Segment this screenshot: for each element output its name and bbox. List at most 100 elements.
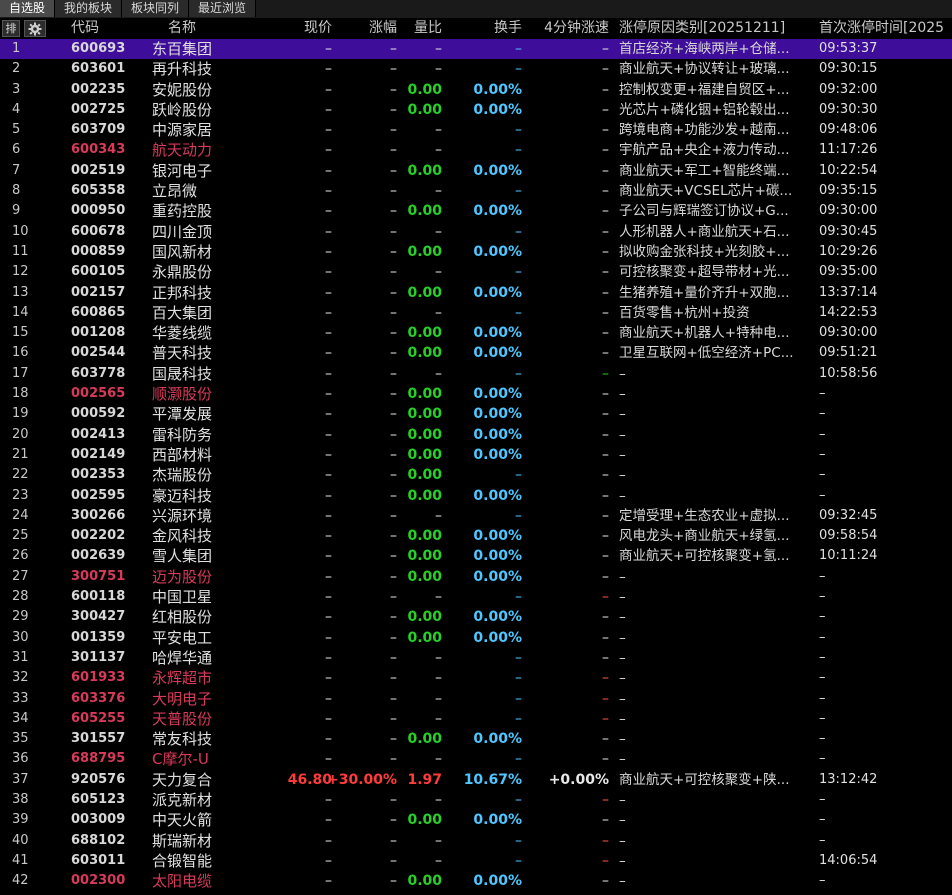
- table-row[interactable]: 16 002544 普天科技 – –0.00 0.00% – 卫星互联网+低空经济+PC...…: [0, 343, 952, 363]
- speed-cell: –: [602, 325, 609, 342]
- table-row[interactable]: 3 002235 安妮股份 – –0.00 0.00% – 控制权变更+福建自贸区+... 09…: [0, 80, 952, 100]
- table-row[interactable]: 7 002519 银河电子 – –0.00 0.00% – 商业航天+军工+智能终端... 10…: [0, 161, 952, 181]
- reason-cell: –: [619, 832, 626, 849]
- change-cell: –: [390, 812, 397, 829]
- table-row[interactable]: 4 002725 跃岭股份 – –0.00 0.00% – 光芯片+磷化铟+铝轮毂出... 09…: [0, 100, 952, 120]
- price-cell: –: [325, 406, 332, 423]
- row-index: 20: [12, 426, 29, 442]
- change-cell: –: [390, 710, 397, 727]
- tab-my-sectors[interactable]: 我的板块: [55, 0, 123, 17]
- speed-cell: –: [602, 731, 609, 748]
- price-cell: –: [325, 589, 332, 606]
- header-code[interactable]: 代码: [71, 18, 99, 39]
- tab-recent[interactable]: 最近浏览: [189, 0, 257, 17]
- table-row[interactable]: 10 600678 四川金顶 – – – – – 人形机器人+商业航天+石... 09:30:45: [0, 222, 952, 242]
- table-row[interactable]: 15 001208 华菱线缆 – –0.00 0.00% – 商业航天+机器人+特种电... 0…: [0, 323, 952, 343]
- table-row[interactable]: 31 301137 哈焊华通 – – – – – – –: [0, 648, 952, 668]
- stock-name: 杰瑞股份: [152, 466, 213, 485]
- stock-name: 重药控股: [152, 202, 213, 221]
- first-limit-time-cell: –: [819, 609, 826, 625]
- change-cell: –: [390, 243, 397, 260]
- price-cell: –: [325, 731, 332, 748]
- table-row[interactable]: 11 000859 国风新材 – –0.00 0.00% – 拟收购金张科技+光刻胶+... 1…: [0, 242, 952, 262]
- price-cell: –: [325, 243, 332, 260]
- change-cell: –: [390, 690, 397, 707]
- table-row[interactable]: 9 000950 重药控股 – –0.00 0.00% – 子公司与辉瑞签订协议+G... 09…: [0, 201, 952, 221]
- table-row[interactable]: 33 603376 大明电子 – – – – – – –: [0, 689, 952, 709]
- volume-ratio-cell: 0.00: [407, 386, 442, 403]
- table-row[interactable]: 21 002149 西部材料 – –0.00 0.00% – – –: [0, 445, 952, 465]
- price-cell: –: [325, 629, 332, 646]
- turnover-cell: –: [515, 751, 522, 768]
- table-row[interactable]: 19 000592 平潭发展 – –0.00 0.00% – – –: [0, 404, 952, 424]
- table-row[interactable]: 5 603709 中源家居 – – – – – 跨境电商+功能沙发+越南... 09:48:06: [0, 120, 952, 140]
- stock-code: 001208: [71, 325, 126, 341]
- header-change[interactable]: 涨幅: [369, 18, 397, 39]
- header-first-time[interactable]: 首次涨停时间[2025: [819, 18, 952, 39]
- sort-button[interactable]: 排: [2, 20, 20, 37]
- table-row[interactable]: 42 002300 太阳电缆 – –0.00 0.00% – – –: [0, 871, 952, 891]
- volume-ratio-cell: –: [435, 751, 442, 768]
- table-row[interactable]: 1 600693 东百集团 – – – – – 首店经济+海峡两岸+仓储... 09:53:37: [0, 39, 952, 60]
- header-reason[interactable]: 涨停原因类别[20251211]: [619, 18, 815, 39]
- header-name[interactable]: 名称: [168, 18, 196, 39]
- header-volume-ratio[interactable]: 量比: [414, 18, 442, 39]
- reason-cell: 宇航产品+央企+液力传动...: [619, 142, 790, 159]
- table-row[interactable]: 14 600865 百大集团 – – – – – 百货零售+杭州+投资 14:22:53: [0, 303, 952, 323]
- row-index: 37: [12, 771, 29, 787]
- volume-ratio-cell: 0.00: [407, 426, 442, 443]
- table-row[interactable]: 38 605123 派克新材 – – – – – – –: [0, 790, 952, 810]
- table-row[interactable]: 27 300751 迈为股份 – –0.00 0.00% – – –: [0, 567, 952, 587]
- change-cell: –: [390, 304, 397, 321]
- table-row[interactable]: 22 002353 杰瑞股份 – –0.00– – – –: [0, 465, 952, 485]
- table-row[interactable]: 26 002639 雪人集团 – –0.00 0.00% – 商业航天+可控核聚变+氢... 1…: [0, 546, 952, 566]
- table-row[interactable]: 34 605255 天普股份 – – – – – – –: [0, 709, 952, 729]
- gear-icon[interactable]: [24, 20, 46, 37]
- table-row[interactable]: 32 601933 永辉超市 – – – – – – –: [0, 668, 952, 688]
- header-turnover[interactable]: 换手: [494, 18, 522, 39]
- table-row[interactable]: 37 920576 天力复合 46.80 +30.00% 1.97 10.67% +0.00%…: [0, 770, 952, 790]
- table-row[interactable]: 20 002413 雷科防务 – –0.00 0.00% – – –: [0, 425, 952, 445]
- table-row[interactable]: 17 603778 国晟科技 – – – – – –10:58:56: [0, 364, 952, 384]
- table-row[interactable]: 41 603011 合锻智能 – – – – – –14:06:54: [0, 851, 952, 871]
- table-row[interactable]: 28 600118 中国卫星 – – – – – – –: [0, 587, 952, 607]
- table-row[interactable]: 2 603601 再升科技 – – – – – 商业航天+协议转让+玻璃... 09:30:15: [0, 59, 952, 79]
- table-row[interactable]: 30 001359 平安电工 – –0.00 0.00% – – –: [0, 628, 952, 648]
- table-row[interactable]: 35 301557 常友科技 – –0.00 0.00% – – –: [0, 729, 952, 749]
- table-row[interactable]: 25 002202 金风科技 – –0.00 0.00% – 风电龙头+商业航天+绿氢... 0…: [0, 526, 952, 546]
- turnover-cell: 0.00%: [473, 162, 522, 179]
- reason-cell: –: [619, 365, 626, 382]
- stock-code: 600678: [71, 223, 126, 239]
- tab-watchlist[interactable]: 自选股: [0, 0, 56, 17]
- stock-name: 红相股份: [152, 608, 213, 627]
- table-row[interactable]: 36 688795 C摩尔-U – – – – – – –: [0, 749, 952, 769]
- reason-cell: –: [619, 568, 626, 585]
- table-row[interactable]: 39 003009 中天火箭 – –0.00 0.00% – – –: [0, 810, 952, 830]
- price-cell: –: [325, 873, 332, 890]
- header-price[interactable]: 现价: [304, 18, 332, 39]
- price-cell: –: [325, 791, 332, 808]
- header-speed[interactable]: 4分钟涨速: [544, 18, 609, 39]
- turnover-cell: 0.00%: [473, 568, 522, 585]
- table-row[interactable]: 18 002565 顺灏股份 – –0.00 0.00% – – –: [0, 384, 952, 404]
- table-row[interactable]: 40 688102 斯瑞新材 – – – – – – –: [0, 831, 952, 851]
- table-row[interactable]: 6 600343 航天动力 – – – – – 宇航产品+央企+液力传动... 11:17:26: [0, 140, 952, 160]
- reason-cell: –: [619, 710, 626, 727]
- volume-ratio-cell: –: [435, 223, 442, 240]
- volume-ratio-cell: –: [435, 710, 442, 727]
- table-row[interactable]: 29 300427 红相股份 – –0.00 0.00% – – –: [0, 607, 952, 627]
- first-limit-time-cell: –: [819, 467, 826, 483]
- turnover-cell: 0.00%: [473, 386, 522, 403]
- turnover-cell: 0.00%: [473, 873, 522, 890]
- row-index: 25: [12, 528, 29, 544]
- turnover-cell: 0.00%: [473, 284, 522, 301]
- tab-sector-peers[interactable]: 板块同列: [122, 0, 190, 17]
- table-row[interactable]: 13 002157 正邦科技 – –0.00 0.00% – 生猪养殖+量价齐升+双胞... 1…: [0, 283, 952, 303]
- first-limit-time-cell: 14:22:53: [819, 304, 878, 320]
- table-row[interactable]: 23 002595 豪迈科技 – –0.00 0.00% – – –: [0, 486, 952, 506]
- table-row[interactable]: 8 605358 立昂微 – – – – – 商业航天+VCSEL芯片+碳... 09:35:15: [0, 181, 952, 201]
- first-limit-time-cell: 09:32:45: [819, 507, 878, 523]
- table-row[interactable]: 12 600105 永鼎股份 – – – – – 可控核聚变+超导带材+光... 09:35:00: [0, 262, 952, 282]
- table-row[interactable]: 24 300266 兴源环境 – – – – – 定增受理+生态农业+虚拟... 09:32:45: [0, 506, 952, 526]
- stock-code: 001359: [71, 629, 126, 645]
